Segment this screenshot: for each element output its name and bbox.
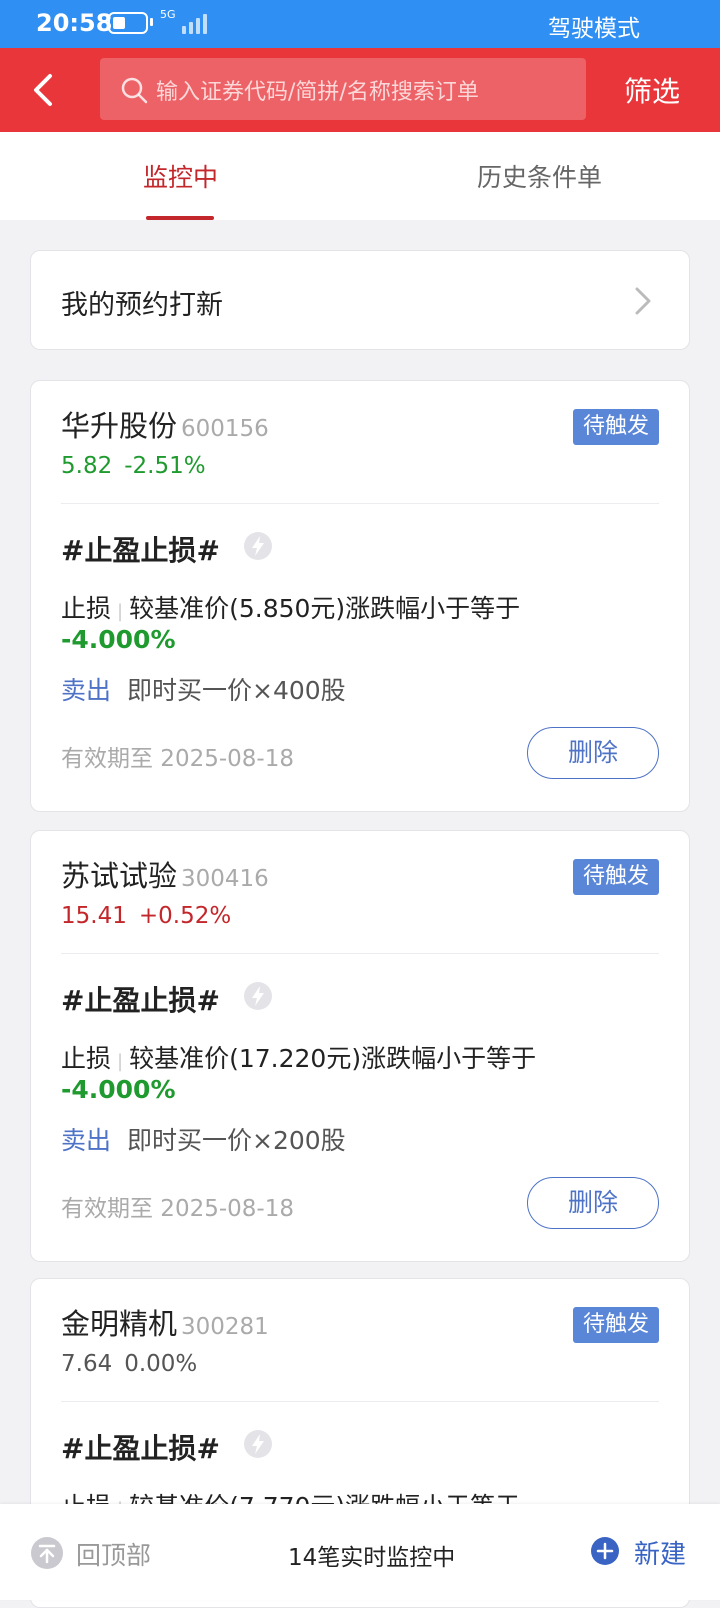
stock-name[interactable]: 华升股份 600156: [61, 403, 269, 445]
stock-name-text: 金明精机: [61, 1307, 178, 1341]
battery-icon: [108, 12, 148, 34]
divider: [61, 503, 659, 504]
order-detail: 即时买一价×400股: [127, 676, 346, 705]
side-label: 卖出: [61, 676, 112, 705]
delete-button[interactable]: 删除: [527, 1177, 659, 1229]
status-badge: 待触发: [572, 409, 659, 445]
order-action: 卖出 即时买一价×400股: [61, 671, 346, 707]
stock-change: 0.00%: [124, 1351, 198, 1377]
status-badge: 待触发: [572, 859, 659, 895]
lightning-icon: [244, 1430, 272, 1458]
chevron-right-icon: [635, 287, 651, 315]
valid-until: 有效期至 2025-08-18: [61, 746, 294, 772]
stock-price: 7.64: [61, 1351, 113, 1377]
stock-code: 600156: [181, 416, 269, 442]
condition-detail: 较基准价(17.220元)涨跌幅小于等于: [129, 1044, 537, 1073]
stock-price: 15.41: [61, 903, 127, 929]
lightning-icon: [244, 532, 272, 560]
delete-button[interactable]: 删除: [527, 727, 659, 779]
status-time: 20:58: [36, 9, 113, 37]
order-action: 卖出 即时买一价×200股: [61, 1121, 346, 1157]
plus-circle-icon[interactable]: [590, 1536, 620, 1566]
back-to-top-button[interactable]: 回顶部: [76, 1536, 151, 1572]
back-to-top-icon[interactable]: [30, 1536, 64, 1570]
status-bar: 20:58 5G 驾驶模式: [0, 0, 720, 48]
search-placeholder: 输入证券代码/简拼/名称搜索订单: [156, 80, 479, 105]
price-row: 5.82 -2.51%: [61, 453, 218, 479]
order-detail: 即时买一价×200股: [127, 1126, 346, 1155]
valid-until: 有效期至 2025-08-18: [61, 1196, 294, 1222]
back-arrow-icon[interactable]: [24, 68, 68, 112]
stock-price: 5.82: [61, 453, 113, 479]
order-card: 苏试试验 300416 待触发 15.41 +0.52% #止盈止损# 止损 | 较基准…: [30, 830, 690, 1262]
stock-code: 300281: [181, 1314, 269, 1340]
search-icon: [121, 77, 148, 104]
stock-change: +0.52%: [138, 903, 232, 929]
condition-text: 止损 | 较基准价(5.850元)涨跌幅小于等于: [61, 589, 520, 625]
strategy-label: #止盈止损#: [61, 1432, 220, 1465]
threshold-value: -4.000%: [61, 625, 176, 654]
bottom-bar: 回顶部 14笔实时监控中 新建: [0, 1504, 720, 1600]
strategy-label: #止盈止损#: [61, 984, 220, 1017]
condition-detail: 较基准价(5.850元)涨跌幅小于等于: [129, 594, 521, 623]
drive-mode-label[interactable]: 驾驶模式: [548, 9, 640, 43]
ipo-reservation-label: 我的预约打新: [61, 290, 223, 321]
tab-history-orders[interactable]: 历史条件单: [477, 158, 602, 194]
filter-button[interactable]: 筛选: [624, 70, 680, 110]
order-card: 华升股份 600156 待触发 5.82 -2.51% #止盈止损# 止损 | 较基准价…: [30, 380, 690, 812]
condition-type: 止损: [61, 594, 112, 623]
stock-code: 300416: [181, 866, 269, 892]
battery-tip: [150, 18, 153, 26]
signal-icon: [182, 12, 212, 34]
divider: [61, 953, 659, 954]
lightning-icon: [244, 982, 272, 1010]
new-order-button[interactable]: 新建: [634, 1534, 686, 1571]
stock-name-text: 苏试试验: [61, 859, 178, 893]
ipo-reservation-row[interactable]: 我的预约打新: [30, 250, 690, 350]
app-header: 输入证券代码/简拼/名称搜索订单 筛选: [0, 48, 720, 132]
condition-type: 止损: [61, 1044, 112, 1073]
active-tab-indicator: [146, 216, 214, 220]
threshold-value: -4.000%: [61, 1075, 176, 1104]
status-badge: 待触发: [572, 1307, 659, 1343]
stock-name[interactable]: 金明精机 300281: [61, 1301, 269, 1343]
price-row: 7.64 0.00%: [61, 1351, 209, 1377]
strategy-label: #止盈止损#: [61, 534, 220, 567]
tab-bar: 监控中 历史条件单: [0, 132, 720, 220]
monitor-count-text: 14笔实时监控中: [288, 1545, 456, 1571]
divider: [61, 1401, 659, 1402]
tab-monitoring[interactable]: 监控中: [143, 158, 218, 194]
separator: |: [117, 601, 124, 622]
stock-name-text: 华升股份: [61, 409, 178, 443]
price-row: 15.41 +0.52%: [61, 903, 243, 929]
condition-text: 止损 | 较基准价(17.220元)涨跌幅小于等于: [61, 1039, 536, 1075]
separator: |: [117, 1051, 124, 1072]
network-label: 5G: [160, 8, 176, 21]
search-input[interactable]: 输入证券代码/简拼/名称搜索订单: [100, 58, 586, 120]
stock-name[interactable]: 苏试试验 300416: [61, 853, 269, 895]
stock-change: -2.51%: [124, 453, 206, 479]
side-label: 卖出: [61, 1126, 112, 1155]
